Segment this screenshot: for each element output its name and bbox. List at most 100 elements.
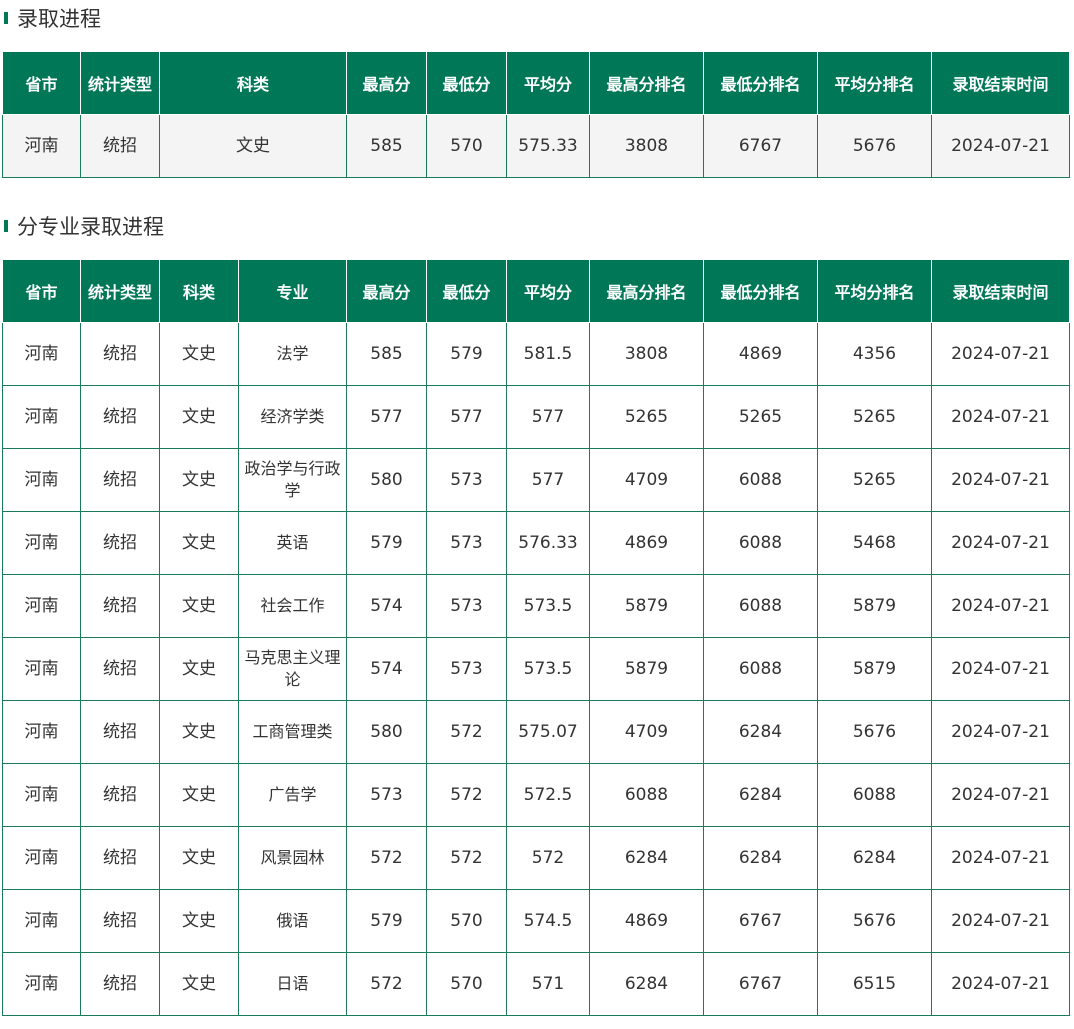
table-cell: 5676 [817,700,932,764]
table-cell: 581.5 [506,322,590,386]
table-cell: 6284 [703,763,818,827]
table-cell: 577 [426,385,507,449]
table-cell: 5676 [817,114,932,178]
table-cell: 河南 [2,889,81,953]
table-cell: 572 [346,826,427,890]
table-cell: 统招 [80,889,160,953]
table-cell: 5879 [589,574,704,638]
section-bullet-icon [4,220,8,232]
table-cell: 统招 [80,637,160,701]
table-cell: 570 [426,114,507,178]
table-cell: 2024-07-21 [931,322,1070,386]
table-cell: 2024-07-21 [931,385,1070,449]
table-cell: 6088 [589,763,704,827]
table-cell: 572 [426,763,507,827]
column-header: 最低分 [426,51,507,115]
table-cell: 统招 [80,114,160,178]
table-cell: 5265 [817,385,932,449]
table-row: 河南 统招 文史 585 570 575.33 3808 6767 5676 2024-07-21 [2,114,1070,178]
table-cell: 573 [426,511,507,575]
table-cell: 6088 [817,763,932,827]
column-header: 平均分 [506,259,590,323]
table-cell: 统招 [80,700,160,764]
table-row: 河南 统招 文史 广告学 573 572 572.5 6088 6284 6088 2024-07-… [2,763,1070,827]
table-cell: 统招 [80,385,160,449]
table-cell: 5265 [589,385,704,449]
table-cell: 河南 [2,511,81,575]
table-cell: 6088 [703,448,818,512]
table-cell: 6767 [703,889,818,953]
table-row: 河南 统招 文史 社会工作 574 573 573.5 5879 6088 5879 2024-07… [2,574,1070,638]
table-header-row: 省市 统计类型 科类 最高分 最低分 平均分 最高分排名 最低分排名 平均分排名 录取结束时间 [2,51,1070,115]
table-cell: 文史 [159,763,239,827]
table-cell: 580 [346,700,427,764]
admission-progress-table: 省市 统计类型 科类 最高分 最低分 平均分 最高分排名 最低分排名 平均分排名 录取结束时间 河… [2,51,1070,178]
table-cell: 政治学与行政学 [238,448,347,512]
table-cell: 2024-07-21 [931,700,1070,764]
table-cell: 574 [346,574,427,638]
table-cell: 河南 [2,385,81,449]
table-cell: 日语 [238,952,347,1016]
table-cell: 广告学 [238,763,347,827]
table-cell: 5879 [817,637,932,701]
table-cell: 河南 [2,448,81,512]
table-cell: 河南 [2,952,81,1016]
table-cell: 585 [346,322,427,386]
table-row: 河南 统招 文史 法学 585 579 581.5 3808 4869 4356 2024-07-2… [2,322,1070,386]
column-header: 最高分排名 [589,259,704,323]
table-cell: 统招 [80,826,160,890]
table-row: 河南 统招 文史 马克思主义理论 574 573 573.5 5879 6088 5879 2024… [2,637,1070,701]
table-cell: 河南 [2,637,81,701]
table-cell: 5265 [703,385,818,449]
table-cell: 577 [506,385,590,449]
table-cell: 河南 [2,114,81,178]
table-cell: 4709 [589,700,704,764]
table-cell: 577 [506,448,590,512]
table-cell: 3808 [589,322,704,386]
table-cell: 6088 [703,574,818,638]
column-header: 最低分 [426,259,507,323]
table-cell: 统招 [80,448,160,512]
section-bullet-icon [4,12,8,24]
table-cell: 6767 [703,952,818,1016]
column-header: 录取结束时间 [931,259,1070,323]
table-cell: 工商管理类 [238,700,347,764]
table-cell: 4869 [589,511,704,575]
column-header: 录取结束时间 [931,51,1070,115]
column-header: 科类 [159,259,239,323]
column-header: 省市 [2,51,81,115]
table-cell: 文史 [159,574,239,638]
table-cell: 577 [346,385,427,449]
table-cell: 576.33 [506,511,590,575]
section-title-text: 录取进程 [17,7,101,31]
table-cell: 文史 [159,448,239,512]
column-header: 科类 [159,51,347,115]
table-cell: 统招 [80,763,160,827]
table-cell: 572 [426,826,507,890]
table-cell: 文史 [159,637,239,701]
table-cell: 5879 [589,637,704,701]
column-header: 最低分排名 [703,259,818,323]
table-cell: 2024-07-21 [931,448,1070,512]
table-cell: 马克思主义理论 [238,637,347,701]
table-cell: 5265 [817,448,932,512]
section-title-text: 分专业录取进程 [17,215,164,239]
table-cell: 573 [346,763,427,827]
table-cell: 6515 [817,952,932,1016]
table-cell: 文史 [159,322,239,386]
table-cell: 2024-07-21 [931,889,1070,953]
table-cell: 6767 [703,114,818,178]
table-cell: 风景园林 [238,826,347,890]
table-cell: 4709 [589,448,704,512]
table-row: 河南 统招 文史 经济学类 577 577 577 5265 5265 5265 2024-07-2… [2,385,1070,449]
table-cell: 573.5 [506,574,590,638]
table-cell: 579 [346,511,427,575]
table-cell: 法学 [238,322,347,386]
table-cell: 573 [426,574,507,638]
table-cell: 4356 [817,322,932,386]
table-cell: 河南 [2,826,81,890]
table-cell: 2024-07-21 [931,826,1070,890]
column-header: 最高分 [346,259,427,323]
table-cell: 河南 [2,700,81,764]
table-cell: 文史 [159,700,239,764]
